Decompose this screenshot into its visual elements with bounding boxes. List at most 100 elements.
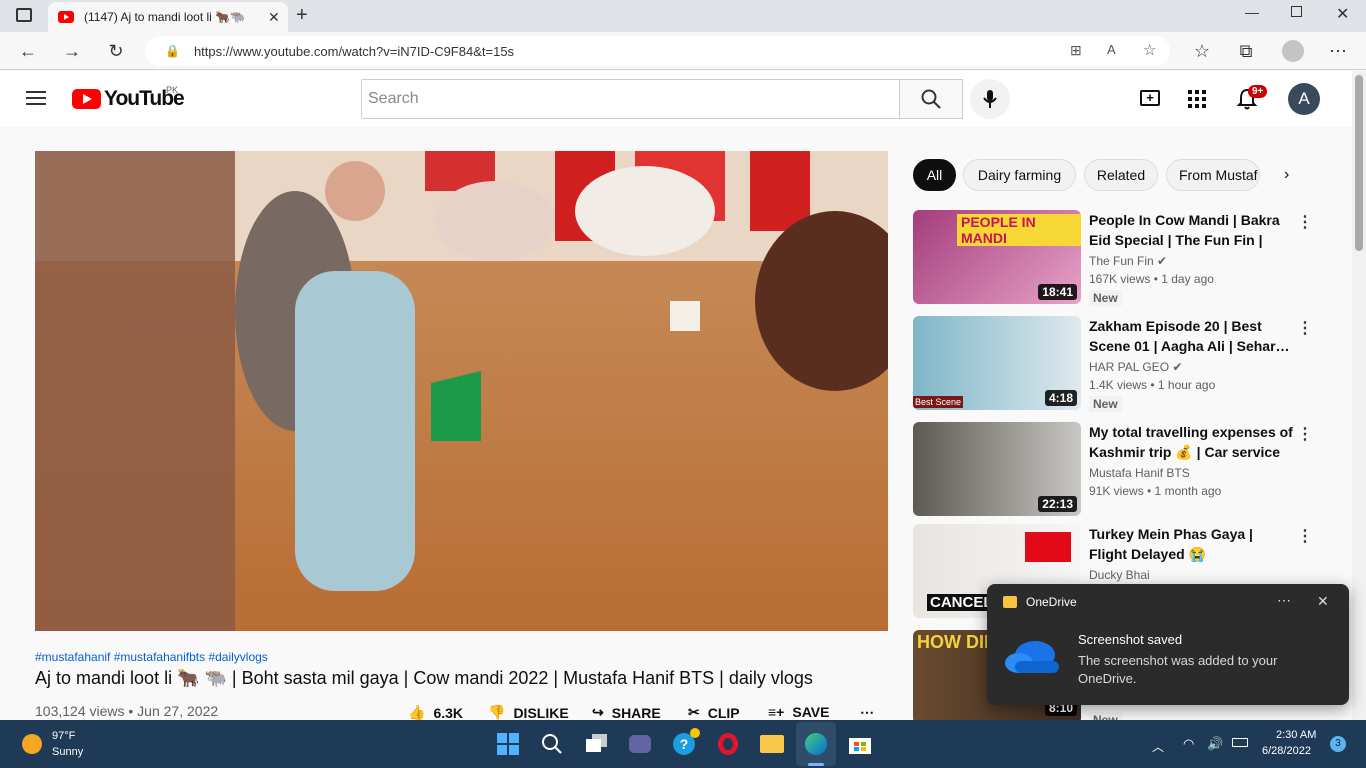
chip-related[interactable]: Related — [1084, 159, 1158, 191]
chip-dairy-farming[interactable]: Dairy farming — [963, 159, 1076, 191]
tab-close-icon[interactable]: ✕ — [268, 9, 280, 26]
more-options-icon[interactable]: ⋮ — [1297, 212, 1313, 232]
dislike-label: DISLIKE — [513, 704, 569, 721]
new-badge: New — [1089, 712, 1122, 720]
app-available-icon[interactable]: ⊞ — [1070, 42, 1082, 59]
playlist-add-icon: ≡+ — [768, 704, 785, 720]
verified-icon: ✔ — [1157, 254, 1168, 268]
recommendation-title[interactable]: Zakham Episode 20 | Best Scene 01 | Aagh… — [1089, 316, 1294, 356]
dislike-button[interactable]: 👎 DISLIKE — [488, 704, 569, 721]
start-menu-icon[interactable] — [496, 732, 520, 756]
notification-count-badge[interactable]: 3 — [1330, 736, 1346, 752]
youtube-header: YouTube PK Search + 9+ A — [0, 71, 1352, 127]
favorites-icon[interactable]: ☆ — [1184, 32, 1220, 70]
back-button[interactable]: ← — [10, 32, 46, 70]
chip-all[interactable]: All — [913, 159, 956, 191]
settings-more-icon[interactable]: ⋯ — [1320, 32, 1356, 70]
tray-chevron-icon[interactable]: ︿ — [1152, 738, 1164, 755]
video-thumbnail[interactable]: Best Scene 4:18 — [913, 316, 1081, 410]
recommendation-views: 167K views • 1 day ago — [1089, 272, 1214, 286]
recommendation-views: 1.4K views • 1 hour ago — [1089, 378, 1216, 392]
tab-title: (1147) Aj to mandi loot li 🐂🐃 — [84, 10, 246, 24]
hamburger-menu-icon[interactable] — [26, 91, 46, 105]
read-aloud-icon[interactable]: A — [1107, 42, 1116, 57]
chips-next-icon[interactable]: › — [1284, 166, 1289, 184]
profile-icon[interactable] — [1282, 40, 1304, 62]
share-button[interactable]: ↪ SHARE — [592, 704, 661, 721]
search-button[interactable] — [899, 79, 963, 119]
save-button[interactable]: ≡+ SAVE — [768, 704, 829, 720]
browser-tab-bar: (1147) Aj to mandi loot li 🐂🐃 ✕ + — ✕ — [0, 0, 1366, 32]
weather-temp[interactable]: 97°F — [52, 730, 75, 742]
country-code: PK — [166, 85, 179, 95]
teams-chat-icon[interactable] — [628, 732, 652, 756]
video-player[interactable] — [35, 151, 888, 631]
youtube-logo-icon[interactable] — [72, 89, 101, 109]
recommendation-title[interactable]: My total travelling expenses of Kashmir … — [1089, 422, 1294, 462]
recommendation-item[interactable]: Best Scene 4:18 Zakham Episode 20 | Best… — [913, 316, 1333, 412]
video-duration: 18:41 — [1038, 284, 1077, 300]
like-button[interactable]: 👍 6.3K — [408, 704, 463, 721]
weather-sun-icon[interactable] — [22, 734, 42, 754]
channel-name[interactable]: The Fun Fin ✔ — [1089, 254, 1167, 268]
url-input[interactable]: 🔒 https://www.youtube.com/watch?v=iN7ID-… — [145, 36, 1170, 66]
thumbnail-text: PEOPLE IN MANDI — [957, 214, 1081, 246]
voice-search-button[interactable] — [970, 79, 1010, 119]
file-explorer-icon[interactable] — [760, 732, 784, 756]
video-hashtags[interactable]: #mustafahanif #mustafahanifbts #dailyvlo… — [35, 650, 268, 664]
minimize-button[interactable]: — — [1245, 4, 1259, 20]
edge-browser-icon[interactable] — [804, 732, 828, 756]
collections-icon[interactable]: ⧉ — [1228, 32, 1264, 70]
more-actions-button[interactable]: ⋯ — [860, 704, 874, 721]
wifi-icon[interactable]: ◠ — [1183, 736, 1194, 752]
thumbnail-text: CANCEL — [927, 594, 996, 611]
share-label: SHARE — [611, 704, 661, 721]
search-icon — [921, 89, 941, 109]
clip-button[interactable]: ✂ CLIP — [688, 704, 740, 721]
scrollbar-thumb[interactable] — [1355, 75, 1363, 251]
create-video-icon[interactable]: + — [1140, 90, 1160, 106]
recommendation-title[interactable]: Turkey Mein Phas Gaya | Flight Delayed 😭 — [1089, 524, 1294, 564]
clock-time[interactable]: 2:30 AM — [1276, 729, 1316, 741]
close-window-button[interactable]: ✕ — [1336, 4, 1349, 24]
more-options-icon[interactable]: ⋮ — [1297, 318, 1313, 338]
maximize-button[interactable] — [1291, 6, 1302, 17]
video-thumbnail[interactable]: 22:13 — [913, 422, 1081, 516]
like-count: 6.3K — [433, 704, 464, 721]
clock-date[interactable]: 6/28/2022 — [1262, 745, 1311, 757]
more-options-icon[interactable]: ⋮ — [1297, 526, 1313, 546]
opera-browser-icon[interactable] — [716, 732, 740, 756]
channel-label: HAR PAL GEO — [1089, 360, 1170, 374]
forward-button[interactable]: → — [54, 32, 90, 70]
channel-name[interactable]: Ducky Bhai — [1089, 568, 1150, 582]
apps-grid-icon[interactable] — [1188, 90, 1206, 108]
tab-actions-icon[interactable] — [16, 8, 32, 22]
turkey-flag-icon — [1025, 532, 1071, 562]
more-options-icon[interactable]: ⋮ — [1297, 424, 1313, 444]
chip-from-mustafa[interactable]: From Mustaf — [1166, 159, 1260, 191]
toast-heading: Screenshot saved — [1078, 632, 1183, 647]
video-thumbnail[interactable]: PEOPLE IN MANDI 18:41 — [913, 210, 1081, 304]
battery-icon[interactable] — [1232, 738, 1248, 747]
add-favorite-icon[interactable]: ☆ — [1143, 41, 1156, 59]
weather-condition[interactable]: Sunny — [52, 746, 83, 758]
reload-button[interactable]: ↻ — [98, 32, 134, 70]
avatar[interactable]: A — [1288, 83, 1320, 115]
toast-more-icon[interactable]: ⋯ — [1277, 592, 1291, 609]
recommendation-title[interactable]: People In Cow Mandi | Bakra Eid Special … — [1089, 210, 1294, 250]
microsoft-store-icon[interactable] — [848, 732, 872, 756]
search-input[interactable]: Search — [361, 79, 900, 119]
recommendation-item[interactable]: PEOPLE IN MANDI 18:41 People In Cow Mand… — [913, 210, 1333, 306]
channel-name[interactable]: Mustafa Hanif BTS — [1089, 466, 1190, 480]
search-taskbar-icon[interactable] — [540, 732, 564, 756]
microphone-icon — [983, 90, 997, 108]
task-view-icon[interactable] — [585, 732, 609, 756]
browser-tab[interactable]: (1147) Aj to mandi loot li 🐂🐃 ✕ — [48, 2, 288, 32]
new-tab-button[interactable]: + — [296, 4, 308, 27]
recommendation-item[interactable]: 22:13 My total travelling expenses of Ka… — [913, 422, 1333, 516]
channel-name[interactable]: HAR PAL GEO ✔ — [1089, 360, 1182, 374]
onedrive-notification[interactable]: OneDrive ⋯ ✕ Screenshot saved The screen… — [987, 584, 1349, 705]
volume-icon[interactable]: 🔊 — [1207, 736, 1223, 752]
toast-close-icon[interactable]: ✕ — [1317, 593, 1329, 610]
verified-icon: ✔ — [1172, 360, 1183, 374]
